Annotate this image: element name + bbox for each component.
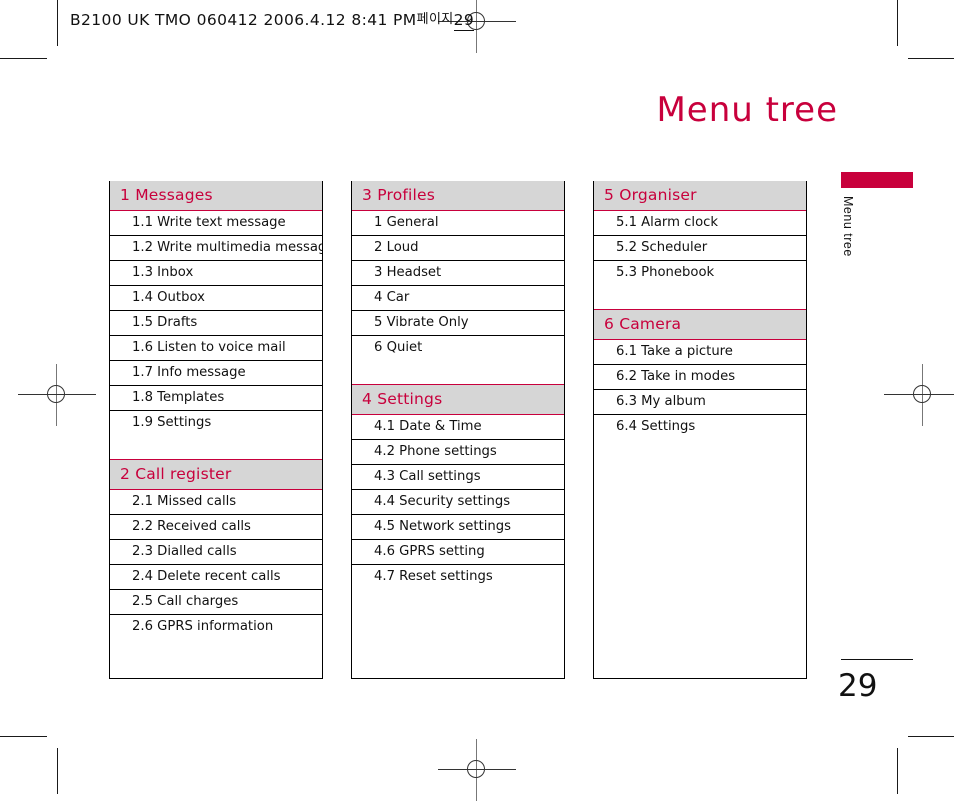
menu-item[interactable]: 6 Quiet: [352, 336, 564, 360]
registration-ring: [913, 385, 931, 403]
menu-item[interactable]: 4.4 Security settings: [352, 490, 564, 515]
side-tab-bar: [841, 172, 913, 188]
registration-ring: [467, 760, 485, 778]
crop-mark-top-left-vertical: [57, 0, 58, 46]
menu-group: 4 Settings 4.1 Date & Time 4.2 Phone setti…: [352, 384, 564, 589]
menu-item[interactable]: 1.3 Inbox: [110, 261, 322, 286]
menu-tree-columns: 1 Messages 1.1 Write text message 1.2 Writ…: [109, 181, 809, 679]
menu-item[interactable]: 5 Vibrate Only: [352, 311, 564, 336]
menu-item[interactable]: 1 General: [352, 211, 564, 236]
crop-mark-top-right-horizontal: [908, 58, 954, 59]
menu-item[interactable]: 4.2 Phone settings: [352, 440, 564, 465]
print-slug-text: B2100 UK TMO 060412 2006.4.12 8:41 PM: [70, 11, 417, 29]
menu-item[interactable]: 1.5 Drafts: [110, 311, 322, 336]
menu-item[interactable]: 4.7 Reset settings: [352, 565, 564, 589]
menu-item[interactable]: 5.1 Alarm clock: [594, 211, 806, 236]
column-filler: [352, 589, 564, 678]
column-filler: [594, 439, 806, 678]
folio-rule: [841, 659, 913, 660]
menu-group-header[interactable]: 6 Camera: [594, 309, 806, 340]
menu-item[interactable]: 2.4 Delete recent calls: [110, 565, 322, 590]
menu-item[interactable]: 6.1 Take a picture: [594, 340, 806, 365]
menu-item[interactable]: 1.8 Templates: [110, 386, 322, 411]
menu-item[interactable]: 6.4 Settings: [594, 415, 806, 439]
menu-item[interactable]: 2 Loud: [352, 236, 564, 261]
menu-group-spacer: [110, 435, 322, 459]
menu-group: 2 Call register 2.1 Missed calls 2.2 Recei…: [110, 459, 322, 639]
menu-item[interactable]: 1.1 Write text message: [110, 211, 322, 236]
print-slug-page-marker: 29: [453, 11, 475, 31]
menu-item[interactable]: 2.2 Received calls: [110, 515, 322, 540]
side-tab-label: Menu tree: [841, 196, 855, 257]
menu-item[interactable]: 2.1 Missed calls: [110, 490, 322, 515]
crop-mark-bottom-right-horizontal: [908, 736, 954, 737]
menu-item[interactable]: 4.6 GPRS setting: [352, 540, 564, 565]
menu-item[interactable]: 5.3 Phonebook: [594, 261, 806, 285]
menu-item[interactable]: 1.6 Listen to voice mail: [110, 336, 322, 361]
menu-group-header[interactable]: 2 Call register: [110, 459, 322, 490]
menu-group: 1 Messages 1.1 Write text message 1.2 Writ…: [110, 181, 322, 435]
menu-group-header[interactable]: 1 Messages: [110, 181, 322, 211]
menu-item[interactable]: 4.1 Date & Time: [352, 415, 564, 440]
print-slug-korean-label: 페이지: [416, 12, 454, 27]
menu-item[interactable]: 2.6 GPRS information: [110, 615, 322, 639]
crop-mark-bottom-left-vertical: [57, 748, 58, 794]
registration-target-bottom: [438, 739, 516, 801]
column-3: 5 Organiser 5.1 Alarm clock 5.2 Scheduler 5…: [593, 181, 807, 679]
menu-group-header[interactable]: 3 Profiles: [352, 181, 564, 211]
menu-group: 6 Camera 6.1 Take a picture 6.2 Take in mo…: [594, 309, 806, 439]
menu-group-spacer: [352, 360, 564, 384]
crop-mark-bottom-left-horizontal: [0, 736, 47, 737]
crop-mark-top-right-vertical: [897, 0, 898, 46]
menu-group: 5 Organiser 5.1 Alarm clock 5.2 Scheduler 5…: [594, 181, 806, 285]
menu-item[interactable]: 6.2 Take in modes: [594, 365, 806, 390]
registration-target-right: [884, 364, 954, 426]
page-title: Menu tree: [656, 90, 838, 130]
menu-item[interactable]: 5.2 Scheduler: [594, 236, 806, 261]
registration-target-left: [18, 364, 96, 426]
menu-group-header[interactable]: 4 Settings: [352, 384, 564, 415]
menu-item[interactable]: 3 Headset: [352, 261, 564, 286]
menu-group-spacer: [594, 285, 806, 309]
menu-group: 3 Profiles 1 General 2 Loud 3 Headset 4 Car 5…: [352, 181, 564, 360]
menu-group-header[interactable]: 5 Organiser: [594, 181, 806, 211]
menu-item[interactable]: 6.3 My album: [594, 390, 806, 415]
column-1: 1 Messages 1.1 Write text message 1.2 Writ…: [109, 181, 323, 679]
column-filler: [110, 639, 322, 678]
menu-item[interactable]: 1.9 Settings: [110, 411, 322, 435]
menu-item[interactable]: 4.3 Call settings: [352, 465, 564, 490]
menu-item[interactable]: 1.4 Outbox: [110, 286, 322, 311]
menu-item[interactable]: 1.7 Info message: [110, 361, 322, 386]
menu-item[interactable]: 4.5 Network settings: [352, 515, 564, 540]
menu-item[interactable]: 4 Car: [352, 286, 564, 311]
crop-mark-bottom-right-vertical: [897, 748, 898, 794]
registration-ring: [47, 385, 65, 403]
menu-item[interactable]: 2.5 Call charges: [110, 590, 322, 615]
page-number: 29: [838, 668, 878, 704]
menu-item[interactable]: 2.3 Dialled calls: [110, 540, 322, 565]
print-slug-line: B2100 UK TMO 060412 2006.4.12 8:41 PM페이지…: [70, 8, 475, 31]
column-2: 3 Profiles 1 General 2 Loud 3 Headset 4 Car 5…: [351, 181, 565, 679]
menu-item[interactable]: 1.2 Write multimedia message: [110, 236, 322, 261]
crop-mark-top-left-horizontal: [0, 58, 47, 59]
